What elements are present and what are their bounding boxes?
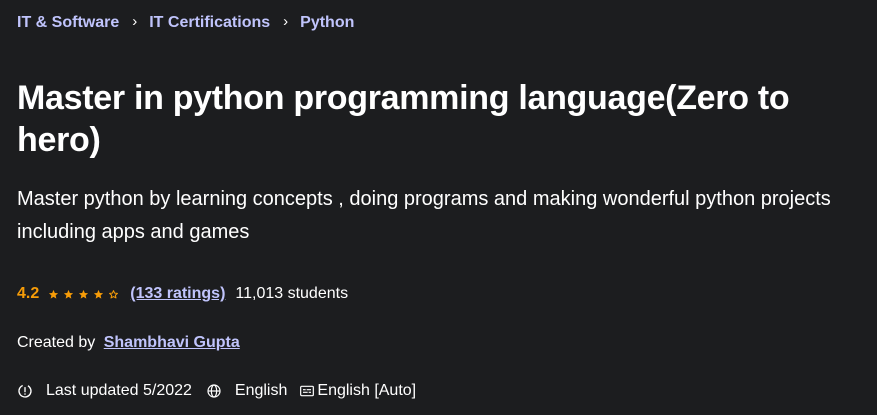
course-captions: English [Auto] <box>299 380 416 402</box>
language-text: English <box>234 382 288 399</box>
course-title: Master in python programming language(Ze… <box>17 79 790 159</box>
star-icon <box>79 289 89 299</box>
star-outline-icon <box>109 289 119 298</box>
breadcrumb-item-python[interactable]: Python <box>300 12 354 34</box>
breadcrumb-item-it-certifications[interactable]: IT Certifications <box>149 12 270 34</box>
last-updated: Last updated 5/2022 <box>17 380 192 402</box>
students-count: 11,013 students <box>235 285 349 302</box>
closed-captions-icon <box>300 385 315 397</box>
course-meta-row: Last updated 5/2022 English English [Aut… <box>17 380 416 402</box>
breadcrumb: IT & Software › IT Certifications › Pyth… <box>17 12 354 34</box>
last-updated-text: Last updated 5/2022 <box>46 382 192 399</box>
breadcrumb-item-it-software[interactable]: IT & Software <box>17 12 119 34</box>
star-rating <box>48 289 123 300</box>
globe-icon <box>207 384 221 398</box>
chevron-right-icon: › <box>283 13 289 30</box>
rating-row: 4.2 (133 ratings) 11,013 students <box>17 283 348 305</box>
instructor-link[interactable]: Shambhavi Gupta <box>104 334 240 351</box>
ratings-count-link[interactable]: (133 ratings) <box>130 283 225 305</box>
rating-value: 4.2 <box>17 285 40 302</box>
course-subtitle: Master python by learning concepts , doi… <box>17 188 831 243</box>
star-icon <box>94 289 104 299</box>
course-language: English <box>206 380 287 402</box>
star-icon <box>49 289 59 299</box>
alert-clock-icon <box>18 384 32 398</box>
star-icon <box>64 289 74 299</box>
captions-text: English [Auto] <box>317 382 417 399</box>
created-by-label: Created by <box>17 334 96 351</box>
created-by-row: Created by Shambhavi Gupta <box>17 332 240 354</box>
chevron-right-icon: › <box>132 13 138 30</box>
